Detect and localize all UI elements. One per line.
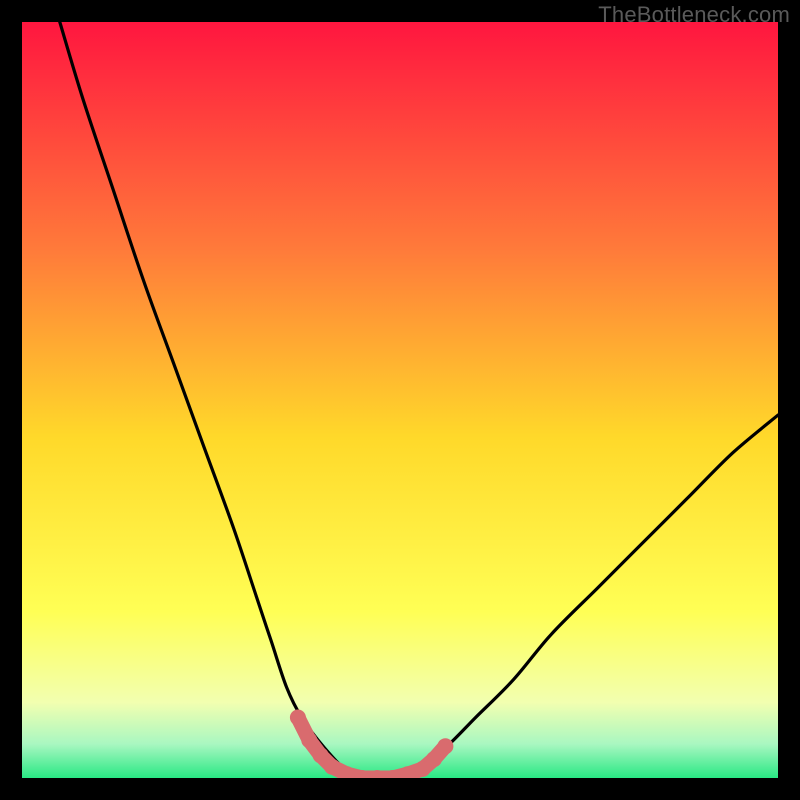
bottleneck-plot	[22, 22, 778, 778]
minimum-dot	[426, 751, 442, 767]
minimum-dot	[301, 732, 317, 748]
minimum-dot	[290, 710, 306, 726]
chart-frame: TheBottleneck.com	[0, 0, 800, 800]
minimum-dot	[324, 759, 340, 775]
minimum-dot	[437, 738, 453, 754]
minimum-dot	[313, 747, 329, 763]
gradient-background	[22, 22, 778, 778]
